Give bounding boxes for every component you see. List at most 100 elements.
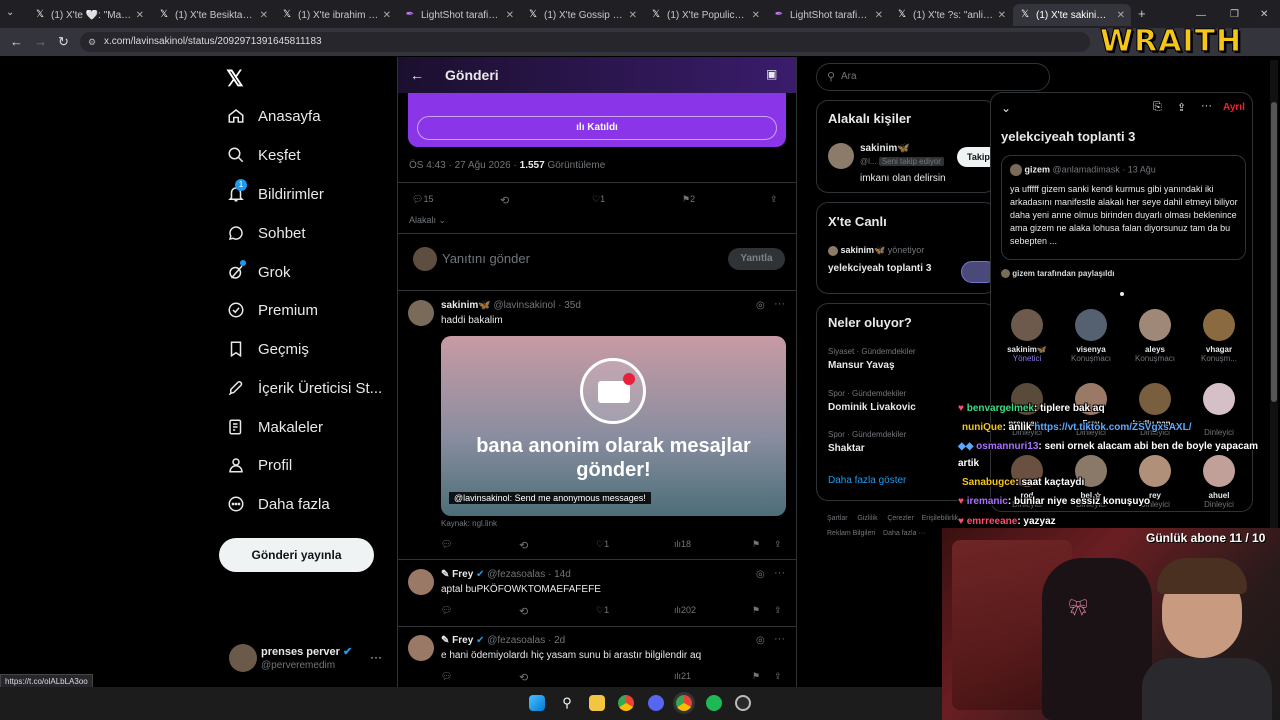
- window-close-icon[interactable]: ✕: [1260, 9, 1268, 20]
- nav-creator-studio[interactable]: İçerik Üreticisi St...: [226, 374, 382, 402]
- footer-link[interactable]: Reklam Bilgileri: [827, 530, 875, 537]
- tab-list-icon[interactable]: ⌄: [6, 7, 14, 18]
- avatar[interactable]: [229, 644, 257, 672]
- close-icon[interactable]: ✕: [383, 10, 391, 21]
- nav-grok[interactable]: Grok: [226, 258, 291, 286]
- new-tab-icon[interactable]: +: [1138, 6, 1146, 21]
- participant[interactable]: visenya Konuşmacı: [1060, 309, 1122, 363]
- reply-icon[interactable]: 💬︎: [441, 605, 452, 616]
- participant[interactable]: Dinleyici: [1188, 383, 1250, 437]
- nav-home[interactable]: Anasayfa: [226, 102, 321, 130]
- chat-link[interactable]: https://vt.tiktok.com/ZSVgxsAXL/: [1034, 422, 1191, 433]
- repost-icon[interactable]: ⟲: [519, 605, 528, 618]
- footer-link[interactable]: Çerezler: [887, 515, 913, 522]
- sort-dropdown[interactable]: Alakalı ⌄: [409, 215, 446, 226]
- repost-icon[interactable]: ⟲: [519, 539, 528, 552]
- nav-premium[interactable]: Premium: [226, 296, 318, 324]
- close-icon[interactable]: ✕: [629, 10, 637, 21]
- like-icon[interactable]: ♡ 1: [596, 539, 609, 550]
- browser-tab[interactable]: 𝕏 (1) X'te Besiktasliyim... ✕: [152, 4, 274, 26]
- reply-icon[interactable]: 💬︎: [441, 671, 452, 682]
- bookmark-icon[interactable]: ⚑: [752, 605, 760, 616]
- related-name[interactable]: sakinim🦋: [860, 143, 910, 154]
- card-source[interactable]: Kaynak: ngl.link: [441, 519, 497, 528]
- bookmark-icon[interactable]: ⚑ 2: [682, 194, 695, 205]
- show-more-link[interactable]: Daha fazla göster: [828, 475, 906, 486]
- pinned-post[interactable]: gizem @anlamadimask · 13 Ağu ya ufffff g…: [1001, 155, 1246, 260]
- reply-icon[interactable]: 💬︎: [441, 539, 452, 550]
- grok-icon[interactable]: ◎: [756, 569, 765, 580]
- share-icon[interactable]: ⇪: [1177, 101, 1186, 114]
- trend-name[interactable]: Mansur Yavaş: [828, 360, 895, 371]
- steam-icon[interactable]: [735, 695, 751, 711]
- chrome-icon[interactable]: [618, 695, 634, 711]
- browser-tab[interactable]: 𝕏 (1) X'te ibrahim Hask... ✕: [275, 4, 397, 26]
- avatar[interactable]: [408, 635, 434, 661]
- nav-explore[interactable]: Keşfet: [226, 141, 301, 169]
- footer-link[interactable]: Erişilebilirlik: [922, 515, 959, 522]
- live-space-title[interactable]: yelekciyeah toplanti 3: [828, 263, 931, 274]
- participant[interactable]: aleys Konuşmacı: [1124, 309, 1186, 363]
- views-icon[interactable]: ılı 18: [674, 539, 691, 549]
- repost-icon[interactable]: ⟲: [519, 671, 528, 684]
- participant[interactable]: vhagar Konuşm...: [1188, 309, 1250, 363]
- browser-tab[interactable]: 𝕏 (1) X'te Gossip Maga... ✕: [521, 4, 643, 26]
- nav-chat[interactable]: Sohbet: [226, 219, 306, 247]
- grok-icon[interactable]: ◎: [756, 300, 765, 311]
- reader-view-icon[interactable]: ▣: [766, 67, 777, 81]
- footer-link[interactable]: Daha fazla ···: [883, 530, 925, 537]
- browser-tab-active[interactable]: 𝕏 (1) X'te sakinim🦋... ✕: [1013, 4, 1131, 26]
- clip-icon[interactable]: ⎘: [1153, 101, 1162, 114]
- search-input[interactable]: ⚲ Ara: [816, 63, 1050, 91]
- site-info-icon[interactable]: ⚙: [88, 32, 96, 52]
- bookmark-icon[interactable]: ⚑: [752, 539, 760, 550]
- like-icon[interactable]: ♡ 1: [592, 194, 605, 205]
- close-icon[interactable]: ✕: [260, 10, 268, 21]
- back-icon[interactable]: ←: [10, 34, 23, 49]
- browser-tab[interactable]: ✒ LightShot tarafindan... ✕: [398, 4, 520, 26]
- share-icon[interactable]: ⇪: [774, 539, 782, 550]
- post-button[interactable]: Gönderi yayınla: [219, 538, 374, 572]
- close-icon[interactable]: ✕: [1117, 10, 1125, 21]
- nav-history[interactable]: Geçmiş: [226, 335, 309, 363]
- discord-icon[interactable]: [648, 695, 664, 711]
- browser-tab[interactable]: 𝕏 (1) X'te Populicc: "Me... ✕: [644, 4, 766, 26]
- avatar[interactable]: [408, 569, 434, 595]
- views-icon[interactable]: ılı 21: [674, 671, 691, 681]
- close-icon[interactable]: ✕: [752, 10, 760, 21]
- ngl-card-image[interactable]: bana anonim olarak mesajlar gönder! @lav…: [441, 336, 786, 516]
- like-icon[interactable]: ♡ 1: [596, 605, 609, 616]
- scrollbar-thumb[interactable]: [1271, 102, 1277, 402]
- chrome-active-icon[interactable]: [676, 695, 692, 711]
- close-icon[interactable]: ✕: [875, 10, 883, 21]
- nav-more[interactable]: Daha fazla: [226, 490, 330, 518]
- more-icon[interactable]: ···: [774, 567, 785, 579]
- participant[interactable]: sakinim🦋 Yönetici: [996, 309, 1058, 363]
- more-icon[interactable]: ···: [774, 298, 785, 310]
- trend-name[interactable]: Dominik Livakovic: [828, 402, 916, 413]
- share-icon[interactable]: ⇪: [774, 605, 782, 616]
- views-icon[interactable]: ılı 202: [674, 605, 696, 615]
- collapse-icon[interactable]: ⌄: [1001, 101, 1011, 115]
- spotify-icon[interactable]: [706, 695, 722, 711]
- browser-tab[interactable]: 𝕏 (1) X'te ?s: "anlik giz... ✕: [890, 4, 1012, 26]
- share-icon[interactable]: ⇪: [774, 671, 782, 682]
- footer-link[interactable]: Şartlar: [827, 515, 848, 522]
- more-icon[interactable]: ···: [1201, 100, 1212, 112]
- avatar[interactable]: [408, 300, 434, 326]
- back-arrow-icon[interactable]: ←: [410, 67, 424, 83]
- search-icon[interactable]: ⚲: [559, 695, 575, 711]
- maximize-icon[interactable]: ❐: [1230, 9, 1239, 20]
- minimize-icon[interactable]: —: [1196, 10, 1206, 21]
- close-icon[interactable]: ✕: [136, 10, 144, 21]
- windows-start-icon[interactable]: [529, 695, 545, 711]
- close-icon[interactable]: ✕: [506, 10, 514, 21]
- leave-button[interactable]: Ayrıl: [1223, 102, 1245, 113]
- forward-icon[interactable]: →: [34, 34, 47, 49]
- bookmark-icon[interactable]: ⚑: [752, 671, 760, 682]
- nav-notifications[interactable]: 1 Bildirimler: [226, 179, 324, 208]
- reply-button[interactable]: Yanıtla: [728, 248, 785, 270]
- account-more-icon[interactable]: ···: [370, 650, 382, 664]
- browser-tab[interactable]: 𝕏 (1) X'te 🤍: "Manifest... ✕: [28, 4, 150, 26]
- file-explorer-icon[interactable]: [589, 695, 605, 711]
